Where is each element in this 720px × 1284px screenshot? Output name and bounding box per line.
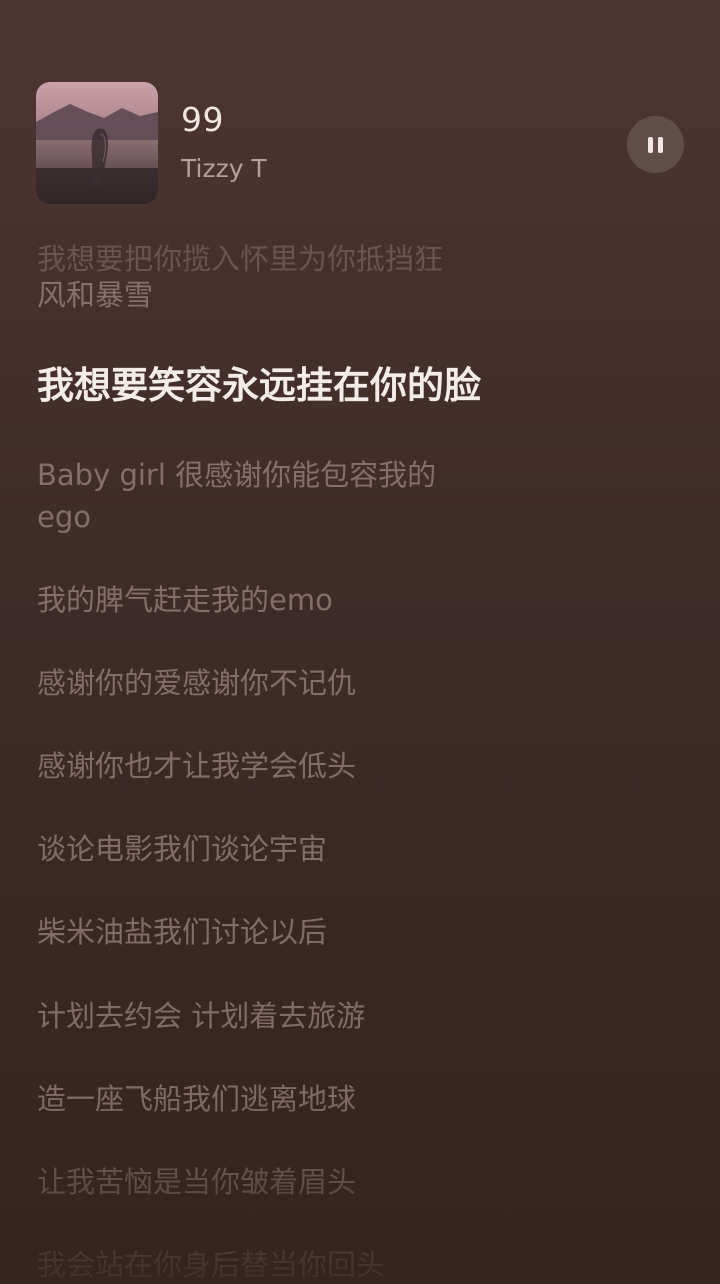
lyric-line[interactable]: 我的脾气赶走我的emo <box>37 579 333 621</box>
pause-icon <box>648 136 663 153</box>
lyric-line[interactable]: 造一座飞船我们逃离地球 <box>37 1078 356 1120</box>
track-artist[interactable]: Tizzy T <box>181 154 267 183</box>
lyric-line[interactable]: 我会站在你身后替当你回头 <box>37 1244 385 1284</box>
now-playing-header: 99 Tizzy T <box>0 0 720 236</box>
current-lyric-line[interactable]: 我想要笑容永远挂在你的脸 <box>37 362 481 410</box>
lyric-line[interactable]: 感谢你的爱感谢你不记仇 <box>37 662 356 704</box>
lyric-line[interactable]: ego <box>37 496 91 538</box>
lyric-line[interactable]: 计划去约会 计划着去旅游 <box>37 995 365 1037</box>
lyric-line[interactable]: 谈论电影我们谈论宇宙 <box>37 828 327 870</box>
lyric-line[interactable]: Baby girl 很感谢你能包容我的 <box>37 454 436 496</box>
album-art-image <box>36 82 158 204</box>
lyric-line[interactable]: 柴米油盐我们讨论以后 <box>37 911 327 953</box>
pause-button[interactable] <box>627 116 684 173</box>
album-art[interactable] <box>36 82 158 204</box>
lyric-line[interactable]: 让我苦恼是当你皱着眉头 <box>37 1161 356 1203</box>
lyric-line[interactable]: 感谢你也才让我学会低头 <box>37 745 356 787</box>
lyric-line[interactable]: 风和暴雪 <box>37 274 153 316</box>
lyrics-screen: 我想要把你揽入怀里为你抵挡狂 风和暴雪 我想要笑容永远挂在你的脸 Baby gi… <box>0 0 720 1284</box>
track-title: 99 <box>181 100 224 139</box>
